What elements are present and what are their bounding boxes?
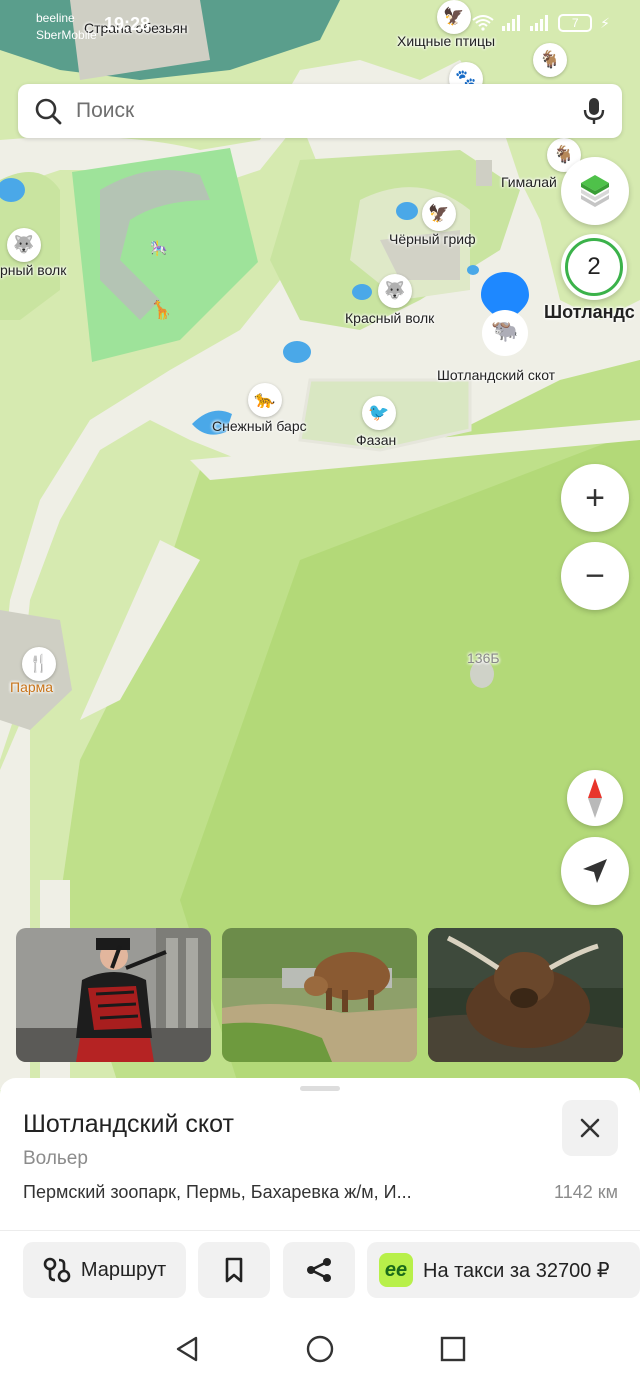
divider bbox=[0, 1230, 640, 1231]
home-icon[interactable] bbox=[306, 1335, 334, 1363]
status-icons: 7 ⚡ bbox=[472, 14, 610, 32]
my-location-icon bbox=[583, 859, 607, 883]
search-input[interactable]: Поиск bbox=[76, 99, 134, 123]
taxi-label: На такси за 32700 ₽ bbox=[423, 1259, 610, 1282]
bison-icon: 🐃 bbox=[491, 318, 519, 343]
recents-icon[interactable] bbox=[440, 1336, 466, 1362]
compass-icon bbox=[588, 778, 602, 818]
zoom-out-button[interactable]: − bbox=[561, 542, 629, 610]
compass-button[interactable] bbox=[567, 770, 623, 826]
pheasant-icon[interactable]: 🐦 bbox=[362, 396, 396, 430]
map-base bbox=[0, 0, 640, 1090]
battery-indicator: 7 bbox=[558, 14, 593, 32]
status-bar: beeline SberMobile 19:28 7 ⚡ bbox=[0, 0, 640, 50]
layers-icon bbox=[581, 175, 609, 207]
place-title: Шотландский скот bbox=[23, 1110, 234, 1138]
wolf-icon[interactable]: 🐺 bbox=[7, 228, 41, 262]
map-label-scottish-cattle-short[interactable]: Шотландс bbox=[544, 302, 635, 323]
charging-icon: ⚡ bbox=[600, 14, 610, 31]
map-label-snow-leopard[interactable]: Снежный барс bbox=[212, 418, 307, 434]
bookmark-button[interactable] bbox=[198, 1242, 270, 1298]
route-label: Маршрут bbox=[80, 1258, 167, 1281]
photo-bagpiper[interactable] bbox=[16, 928, 211, 1062]
share-icon bbox=[307, 1258, 331, 1282]
map-label-parma[interactable]: Парма bbox=[10, 679, 53, 695]
clock: 19:28 bbox=[104, 14, 151, 34]
photo-highland-cattle-standing[interactable] bbox=[222, 928, 417, 1062]
snow-leopard-icon[interactable]: 🐆 bbox=[248, 383, 282, 417]
map-label-wolf[interactable]: рный волк bbox=[0, 262, 66, 278]
system-nav-bar bbox=[0, 1316, 640, 1382]
search-bar[interactable]: Поиск bbox=[18, 84, 622, 138]
signal-2-icon bbox=[530, 15, 549, 31]
microphone-icon[interactable] bbox=[582, 96, 606, 126]
zoom-out-label: − bbox=[585, 557, 605, 595]
red-wolf-icon[interactable]: 🐺 bbox=[378, 274, 412, 308]
zoom-in-label: + bbox=[585, 479, 605, 517]
map-view[interactable]: Страна обезьян Хищные птицы Гималай Чёрн… bbox=[0, 0, 640, 1090]
my-location-button[interactable] bbox=[561, 837, 629, 905]
map-label-red-wolf[interactable]: Красный волк bbox=[345, 310, 434, 326]
taxi-icon: ee bbox=[379, 1253, 413, 1287]
photo-highland-cattle-resting[interactable] bbox=[428, 928, 623, 1062]
cluster-count: 2 bbox=[565, 238, 623, 296]
cluster-marker[interactable]: 2 bbox=[561, 234, 627, 300]
route-button[interactable]: Маршрут bbox=[23, 1242, 186, 1298]
wifi-icon bbox=[472, 15, 494, 31]
map-label-himalayan[interactable]: Гималай bbox=[501, 174, 557, 190]
giraffe-icon: 🦒 bbox=[150, 300, 173, 320]
place-address[interactable]: Пермский зоопарк, Пермь, Бахаревка ж/м, … bbox=[23, 1182, 523, 1203]
close-icon bbox=[580, 1118, 600, 1138]
place-category: Вольер bbox=[23, 1148, 88, 1169]
signal-icon bbox=[502, 15, 521, 31]
vulture-icon[interactable]: 🦅 bbox=[422, 197, 456, 231]
layers-button[interactable] bbox=[561, 157, 629, 225]
zoom-in-button[interactable]: + bbox=[561, 464, 629, 532]
route-icon bbox=[43, 1257, 71, 1283]
taxi-button[interactable]: ee На такси за 32700 ₽ bbox=[367, 1242, 640, 1298]
place-distance: 1142 км bbox=[554, 1182, 618, 1202]
carrier-2: SberMobile bbox=[36, 28, 97, 42]
selected-place-marker[interactable]: 🐃 bbox=[477, 268, 533, 358]
map-label-building-136b: 136Б bbox=[467, 650, 500, 666]
search-icon[interactable] bbox=[34, 97, 62, 125]
photo-gallery[interactable] bbox=[16, 928, 640, 1062]
map-label-black-vulture[interactable]: Чёрный гриф bbox=[389, 231, 476, 247]
map-label-scottish-cattle[interactable]: Шотландский скот bbox=[437, 367, 555, 383]
share-button[interactable] bbox=[283, 1242, 355, 1298]
carrier-info: beeline SberMobile bbox=[36, 10, 97, 44]
back-icon[interactable] bbox=[174, 1336, 200, 1362]
sheet-drag-handle[interactable] bbox=[300, 1086, 340, 1091]
playground-icon: 🎠 bbox=[150, 240, 168, 256]
bookmark-icon bbox=[225, 1257, 243, 1283]
map-label-pheasant[interactable]: Фазан bbox=[356, 432, 396, 448]
close-button[interactable] bbox=[562, 1100, 618, 1156]
carrier-1: beeline bbox=[36, 11, 75, 25]
restaurant-icon[interactable]: 🍴 bbox=[22, 647, 56, 681]
